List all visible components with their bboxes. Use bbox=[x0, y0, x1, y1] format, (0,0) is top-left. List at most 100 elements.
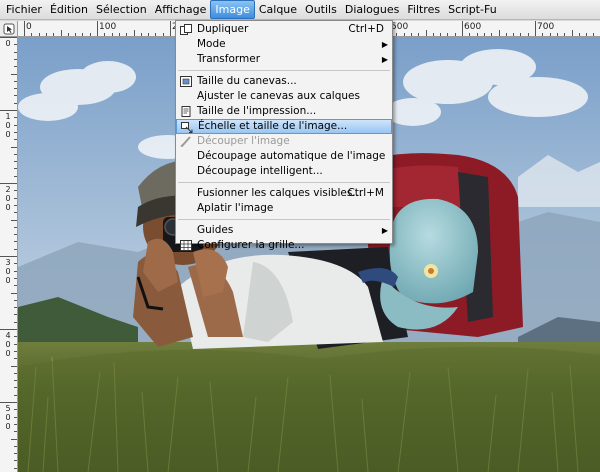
ruler-tick bbox=[14, 226, 17, 228]
ruler-tick bbox=[498, 30, 500, 36]
ruler-tick bbox=[14, 241, 17, 243]
ruler-tick bbox=[140, 33, 142, 36]
menu-calque[interactable]: Calque bbox=[255, 0, 301, 20]
ruler-tick bbox=[14, 299, 17, 301]
ruler-tick bbox=[14, 445, 17, 447]
shortcut-label: Ctrl+M bbox=[347, 187, 384, 199]
ruler-tick bbox=[11, 219, 17, 221]
ruler-tick bbox=[14, 58, 17, 60]
ruler-tick bbox=[14, 321, 17, 323]
menu-fichier[interactable]: Fichier bbox=[2, 0, 46, 20]
ruler-tick bbox=[14, 197, 17, 199]
vertical-ruler[interactable]: 0 100 200 300 400 500 bbox=[0, 37, 18, 472]
menu-item-decoupage-intelligent[interactable]: Découpage intelligent... bbox=[176, 164, 392, 179]
menu-item-label: Échelle et taille de l'image... bbox=[198, 120, 348, 132]
menu-separator bbox=[178, 219, 390, 220]
menu-item-fusionner-calques[interactable]: Fusionner les calques visibles... Ctrl+M bbox=[176, 186, 392, 201]
ruler-tick bbox=[556, 33, 558, 36]
ruler-tick bbox=[542, 33, 544, 36]
ruler-tick bbox=[0, 183, 17, 184]
ruler-tick bbox=[513, 33, 515, 36]
menu-item-decoupage-auto[interactable]: Découpage automatique de l'image bbox=[176, 149, 392, 164]
image-dropdown-menu: Dupliquer Ctrl+D Mode ▶ Transformer ▶ Ta… bbox=[175, 20, 393, 251]
ruler-tick bbox=[31, 33, 33, 36]
menu-item-label: Configurer la grille... bbox=[197, 239, 305, 251]
ruler-tick bbox=[14, 350, 17, 352]
submenu-arrow-icon: ▶ bbox=[381, 55, 388, 64]
ruler-corner-button[interactable] bbox=[0, 21, 18, 37]
ruler-tick bbox=[162, 33, 164, 36]
ruler-tick bbox=[104, 33, 106, 36]
menu-item-label: Taille du canevas... bbox=[197, 75, 297, 87]
ruler-tick bbox=[14, 467, 17, 469]
menu-script-fu[interactable]: Script-Fu bbox=[444, 0, 501, 20]
menu-item-label: Aplatir l'image bbox=[197, 202, 274, 214]
ruler-tick bbox=[462, 21, 463, 36]
ruler-tick bbox=[14, 453, 17, 455]
ruler-tick bbox=[564, 33, 566, 36]
ruler-tick bbox=[14, 358, 17, 360]
ruler-tick bbox=[0, 329, 17, 330]
ruler-tick bbox=[14, 131, 17, 133]
ruler-tick bbox=[11, 438, 17, 440]
menu-item-taille-impression[interactable]: Taille de l'impression... bbox=[176, 104, 392, 119]
menu-image[interactable]: Image bbox=[210, 0, 255, 19]
ruler-tick bbox=[0, 110, 17, 111]
ruler-tick bbox=[469, 33, 471, 36]
menu-dialogues[interactable]: Dialogues bbox=[341, 0, 404, 20]
menu-edition[interactable]: Édition bbox=[46, 0, 92, 20]
menu-item-guides[interactable]: Guides ▶ bbox=[176, 223, 392, 238]
ruler-tick bbox=[14, 409, 17, 411]
ruler-label: 500 bbox=[5, 404, 11, 431]
menu-item-ajuster-canevas[interactable]: Ajuster le canevas aux calques bbox=[176, 89, 392, 104]
canvas-size-icon bbox=[180, 76, 192, 87]
ruler-tick bbox=[14, 394, 17, 396]
ruler-label: 100 bbox=[5, 112, 11, 139]
menu-item-echelle-taille-image[interactable]: Échelle et taille de l'image... bbox=[176, 119, 392, 134]
ruler-tick bbox=[593, 33, 595, 36]
ruler-tick bbox=[14, 102, 17, 104]
ruler-label: 600 bbox=[464, 22, 482, 32]
ruler-label: 200 bbox=[5, 185, 11, 212]
menu-item-label: Taille de l'impression... bbox=[197, 105, 317, 117]
ruler-tick bbox=[14, 263, 17, 265]
menu-outils[interactable]: Outils bbox=[301, 0, 341, 20]
ruler-tick bbox=[45, 33, 47, 36]
ruler-tick bbox=[396, 33, 398, 36]
menu-item-decouper-image[interactable]: Découper l'image bbox=[176, 134, 392, 149]
ruler-tick bbox=[14, 88, 17, 90]
menu-affichage[interactable]: Affichage bbox=[151, 0, 211, 20]
menu-item-taille-canevas[interactable]: Taille du canevas... bbox=[176, 74, 392, 89]
ruler-tick bbox=[447, 33, 449, 36]
scale-image-icon bbox=[181, 122, 193, 133]
ruler-tick bbox=[14, 66, 17, 68]
ruler-tick bbox=[14, 95, 17, 97]
ruler-tick bbox=[67, 33, 69, 36]
ruler-tick bbox=[75, 33, 77, 36]
menu-item-label: Transformer bbox=[197, 53, 261, 65]
ruler-tick bbox=[89, 33, 91, 36]
ruler-tick bbox=[155, 33, 157, 36]
duplicate-icon bbox=[180, 24, 192, 35]
menu-item-configurer-grille[interactable]: Configurer la grille... bbox=[176, 238, 392, 253]
pointer-icon bbox=[3, 23, 14, 34]
ruler-tick bbox=[11, 365, 17, 367]
ruler-tick bbox=[549, 33, 551, 36]
menu-filtres[interactable]: Filtres bbox=[403, 0, 444, 20]
menu-item-dupliquer[interactable]: Dupliquer Ctrl+D bbox=[176, 22, 392, 37]
ruler-tick bbox=[133, 30, 135, 36]
ruler-tick bbox=[14, 460, 17, 462]
ruler-tick bbox=[11, 73, 17, 75]
menu-item-aplatir-image[interactable]: Aplatir l'image bbox=[176, 201, 392, 216]
menu-separator bbox=[178, 182, 390, 183]
menu-item-mode[interactable]: Mode ▶ bbox=[176, 37, 392, 52]
ruler-tick bbox=[14, 380, 17, 382]
submenu-arrow-icon: ▶ bbox=[381, 40, 388, 49]
ruler-tick bbox=[14, 44, 17, 46]
ruler-tick bbox=[425, 30, 427, 36]
menu-selection[interactable]: Sélection bbox=[92, 0, 151, 20]
ruler-tick bbox=[14, 175, 17, 177]
menu-item-transformer[interactable]: Transformer ▶ bbox=[176, 52, 392, 67]
ruler-tick bbox=[0, 37, 17, 38]
ruler-tick bbox=[14, 314, 17, 316]
